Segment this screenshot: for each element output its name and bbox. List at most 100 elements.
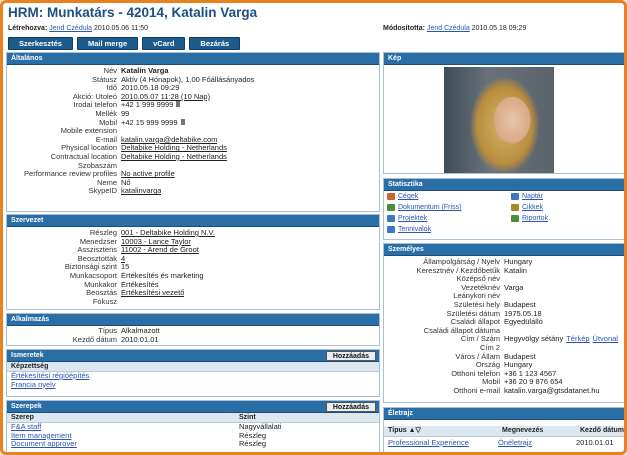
field-row: Performance review profiles No active pro… bbox=[7, 170, 379, 179]
stat-link[interactable]: Cikkek bbox=[522, 204, 543, 211]
vcard-button[interactable]: vCard bbox=[142, 37, 186, 50]
employment-panel: Alkalmazás Típus Alkalmazott Kezdő dátum 20… bbox=[6, 313, 380, 346]
field-row: Idő 2010.05.18 09:29 bbox=[7, 84, 379, 93]
field-value: Értékesítés bbox=[121, 280, 159, 289]
page-title: HRM: Munkatárs - 42014, Katalin Varga bbox=[8, 5, 258, 20]
stat-link[interactable]: Naptár bbox=[522, 193, 543, 200]
field-value[interactable]: Deltabike Holding - Netherlands bbox=[121, 153, 227, 162]
field-value: Budapest bbox=[504, 300, 536, 309]
created-by-link[interactable]: Jend Czédula bbox=[49, 25, 92, 32]
field-value[interactable]: Deltabike Holding - Netherlands bbox=[121, 144, 227, 153]
field-row: Születési hely Budapest bbox=[384, 300, 624, 310]
field-value: Katalin bbox=[504, 266, 527, 275]
skill-item[interactable]: Értékesítési régióépítés bbox=[7, 371, 379, 381]
field-value: 2010.01.01 bbox=[121, 335, 159, 344]
stat-link[interactable]: Projektek bbox=[398, 215, 427, 222]
stat-link[interactable]: Riportok bbox=[522, 215, 548, 222]
phone-icon[interactable] bbox=[176, 101, 181, 108]
field-row: Leánykori név bbox=[384, 292, 624, 301]
field-value[interactable]: 10003 - Lance Taylor bbox=[121, 238, 191, 247]
field-row: Vezetéknév Varga bbox=[384, 283, 624, 293]
field-value[interactable]: 2010.05.07 11:28 (10 Nap) bbox=[121, 93, 210, 102]
cv-start: 2010.01.01 bbox=[576, 438, 614, 447]
role-level: Részleg bbox=[239, 440, 267, 449]
employee-photo bbox=[444, 67, 554, 173]
field-value: +36 1 123 4567 bbox=[504, 369, 557, 378]
picture-panel: Kép bbox=[383, 52, 624, 174]
field-row: Ország Hungary bbox=[384, 361, 624, 370]
field-row: Típus Alkalmazott bbox=[7, 326, 379, 336]
modified-by-link[interactable]: Jend Czédula bbox=[427, 25, 470, 32]
field-label: Otthoni e-mail bbox=[453, 385, 500, 395]
field-row: Családi állapot Egyedülálló bbox=[384, 318, 624, 327]
field-value[interactable]: 4 bbox=[121, 255, 125, 264]
phone-icon[interactable] bbox=[180, 118, 185, 125]
map-link[interactable]: Térkép bbox=[566, 335, 589, 344]
field-value: katalin.varga@gtsdatanet.hu bbox=[504, 386, 600, 395]
field-row: Otthoni e-mail katalin.varga@gtsdatanet.h… bbox=[384, 385, 624, 396]
stat-item[interactable]: Cikkek bbox=[508, 202, 624, 213]
field-row: Biztonsági szint 15 bbox=[7, 263, 379, 272]
org-header: Szervezet bbox=[7, 215, 379, 227]
field-value[interactable]: katalinvarga bbox=[121, 187, 161, 196]
edit-button[interactable]: Szerkesztés bbox=[8, 37, 73, 50]
stat-icon bbox=[387, 193, 395, 200]
cv-name-link[interactable]: Önéletrajz bbox=[498, 437, 576, 448]
knowledge-add-button[interactable]: Hozzáadás bbox=[325, 351, 376, 361]
field-row: Cím 2 bbox=[384, 343, 624, 353]
general-panel: Általános Név Katalin Varga Státusz Aktív (… bbox=[6, 52, 380, 212]
toolbar: Szerkesztés Mail merge vCard Bezárás bbox=[8, 37, 241, 50]
field-row: Fókusz bbox=[7, 297, 379, 307]
role-level: Részleg bbox=[239, 431, 267, 440]
field-row: Születési dátum 1975.05.18 bbox=[384, 309, 624, 319]
role-level: Nagyvállalati bbox=[239, 423, 282, 431]
roles-header: Szerepek Hozzáadás bbox=[7, 401, 379, 413]
personal-panel: Személyes Állampolgárság / Nyelv Hungary K… bbox=[383, 243, 624, 403]
field-row: Középső név bbox=[384, 275, 624, 284]
created-info: Létrehozva: Jend Czédula 2010.05.06 11:5… bbox=[8, 25, 148, 32]
field-label: Kezdő dátum bbox=[72, 334, 117, 344]
stat-link[interactable]: Cégek bbox=[398, 193, 418, 200]
field-value[interactable]: 11002 - Arend de Groot bbox=[121, 246, 199, 255]
cv-panel: Életrajz Típus ▲▽ Megnevezés Kezdő dátum… bbox=[383, 407, 624, 452]
field-row: Beosztás Értékesítési vezető bbox=[7, 289, 379, 298]
stat-link[interactable]: Dokumentum (Friss) bbox=[398, 204, 461, 211]
route-link[interactable]: Útvonal bbox=[593, 335, 618, 344]
stat-link[interactable]: Tennivalók bbox=[398, 226, 431, 233]
mail-merge-button[interactable]: Mail merge bbox=[76, 37, 139, 50]
stat-item[interactable]: Dokumentum (Friss) bbox=[384, 202, 508, 213]
stat-item[interactable]: Cégek bbox=[384, 191, 508, 202]
stat-item[interactable]: Riportok bbox=[508, 213, 624, 224]
field-value: Aktív (4 Hónapok), 1.00 Főállásányados bbox=[121, 75, 255, 84]
skill-item[interactable]: Francia nyelv bbox=[7, 380, 379, 390]
field-value: Budapest bbox=[504, 352, 536, 361]
field-value: Hegyvölgy sétány bbox=[504, 335, 564, 344]
field-value[interactable]: 001 - Deltabike Holding N.V. bbox=[121, 229, 215, 238]
field-value: Hungary bbox=[504, 361, 533, 370]
field-row: Neme Nő bbox=[7, 178, 379, 188]
close-button[interactable]: Bezárás bbox=[189, 37, 241, 50]
field-row: Munkacsoport Értékesítés és marketing bbox=[7, 271, 379, 281]
field-label: Státusz bbox=[91, 74, 117, 84]
knowledge-panel: Ismeretek Hozzáadás Képzettség Értékesíté… bbox=[6, 349, 380, 397]
stat-item[interactable]: Projektek bbox=[384, 213, 508, 224]
field-value: 15 bbox=[121, 263, 130, 272]
field-value[interactable]: katalin.varga@deltabike.com bbox=[121, 136, 217, 145]
stat-icon bbox=[387, 204, 395, 211]
field-value: Nő bbox=[121, 178, 131, 187]
stat-item[interactable]: Naptár bbox=[508, 191, 624, 202]
field-row: Mobil +36 20 9 876 654 bbox=[384, 378, 624, 387]
cv-type-link[interactable]: Professional Experience bbox=[388, 437, 498, 448]
field-row: Contractual location Deltabike Holding - … bbox=[7, 152, 379, 162]
field-value[interactable]: Értékesítési vezető bbox=[121, 289, 184, 298]
cv-col-type[interactable]: Típus ▲▽ bbox=[388, 426, 502, 436]
field-value: Varga bbox=[504, 283, 524, 292]
field-value[interactable]: No active profile bbox=[121, 170, 175, 179]
role-link[interactable]: Document approver bbox=[11, 440, 239, 449]
stat-item[interactable]: Tennivalók bbox=[384, 224, 508, 235]
roles-add-button[interactable]: Hozzáadás bbox=[325, 402, 376, 412]
field-row: Munkakor Értékesítés bbox=[7, 280, 379, 290]
field-row: Irodai telefon +42 1 999 9999 bbox=[7, 101, 379, 110]
stat-icon bbox=[511, 215, 519, 222]
field-value: Értékesítés és marketing bbox=[121, 271, 204, 280]
